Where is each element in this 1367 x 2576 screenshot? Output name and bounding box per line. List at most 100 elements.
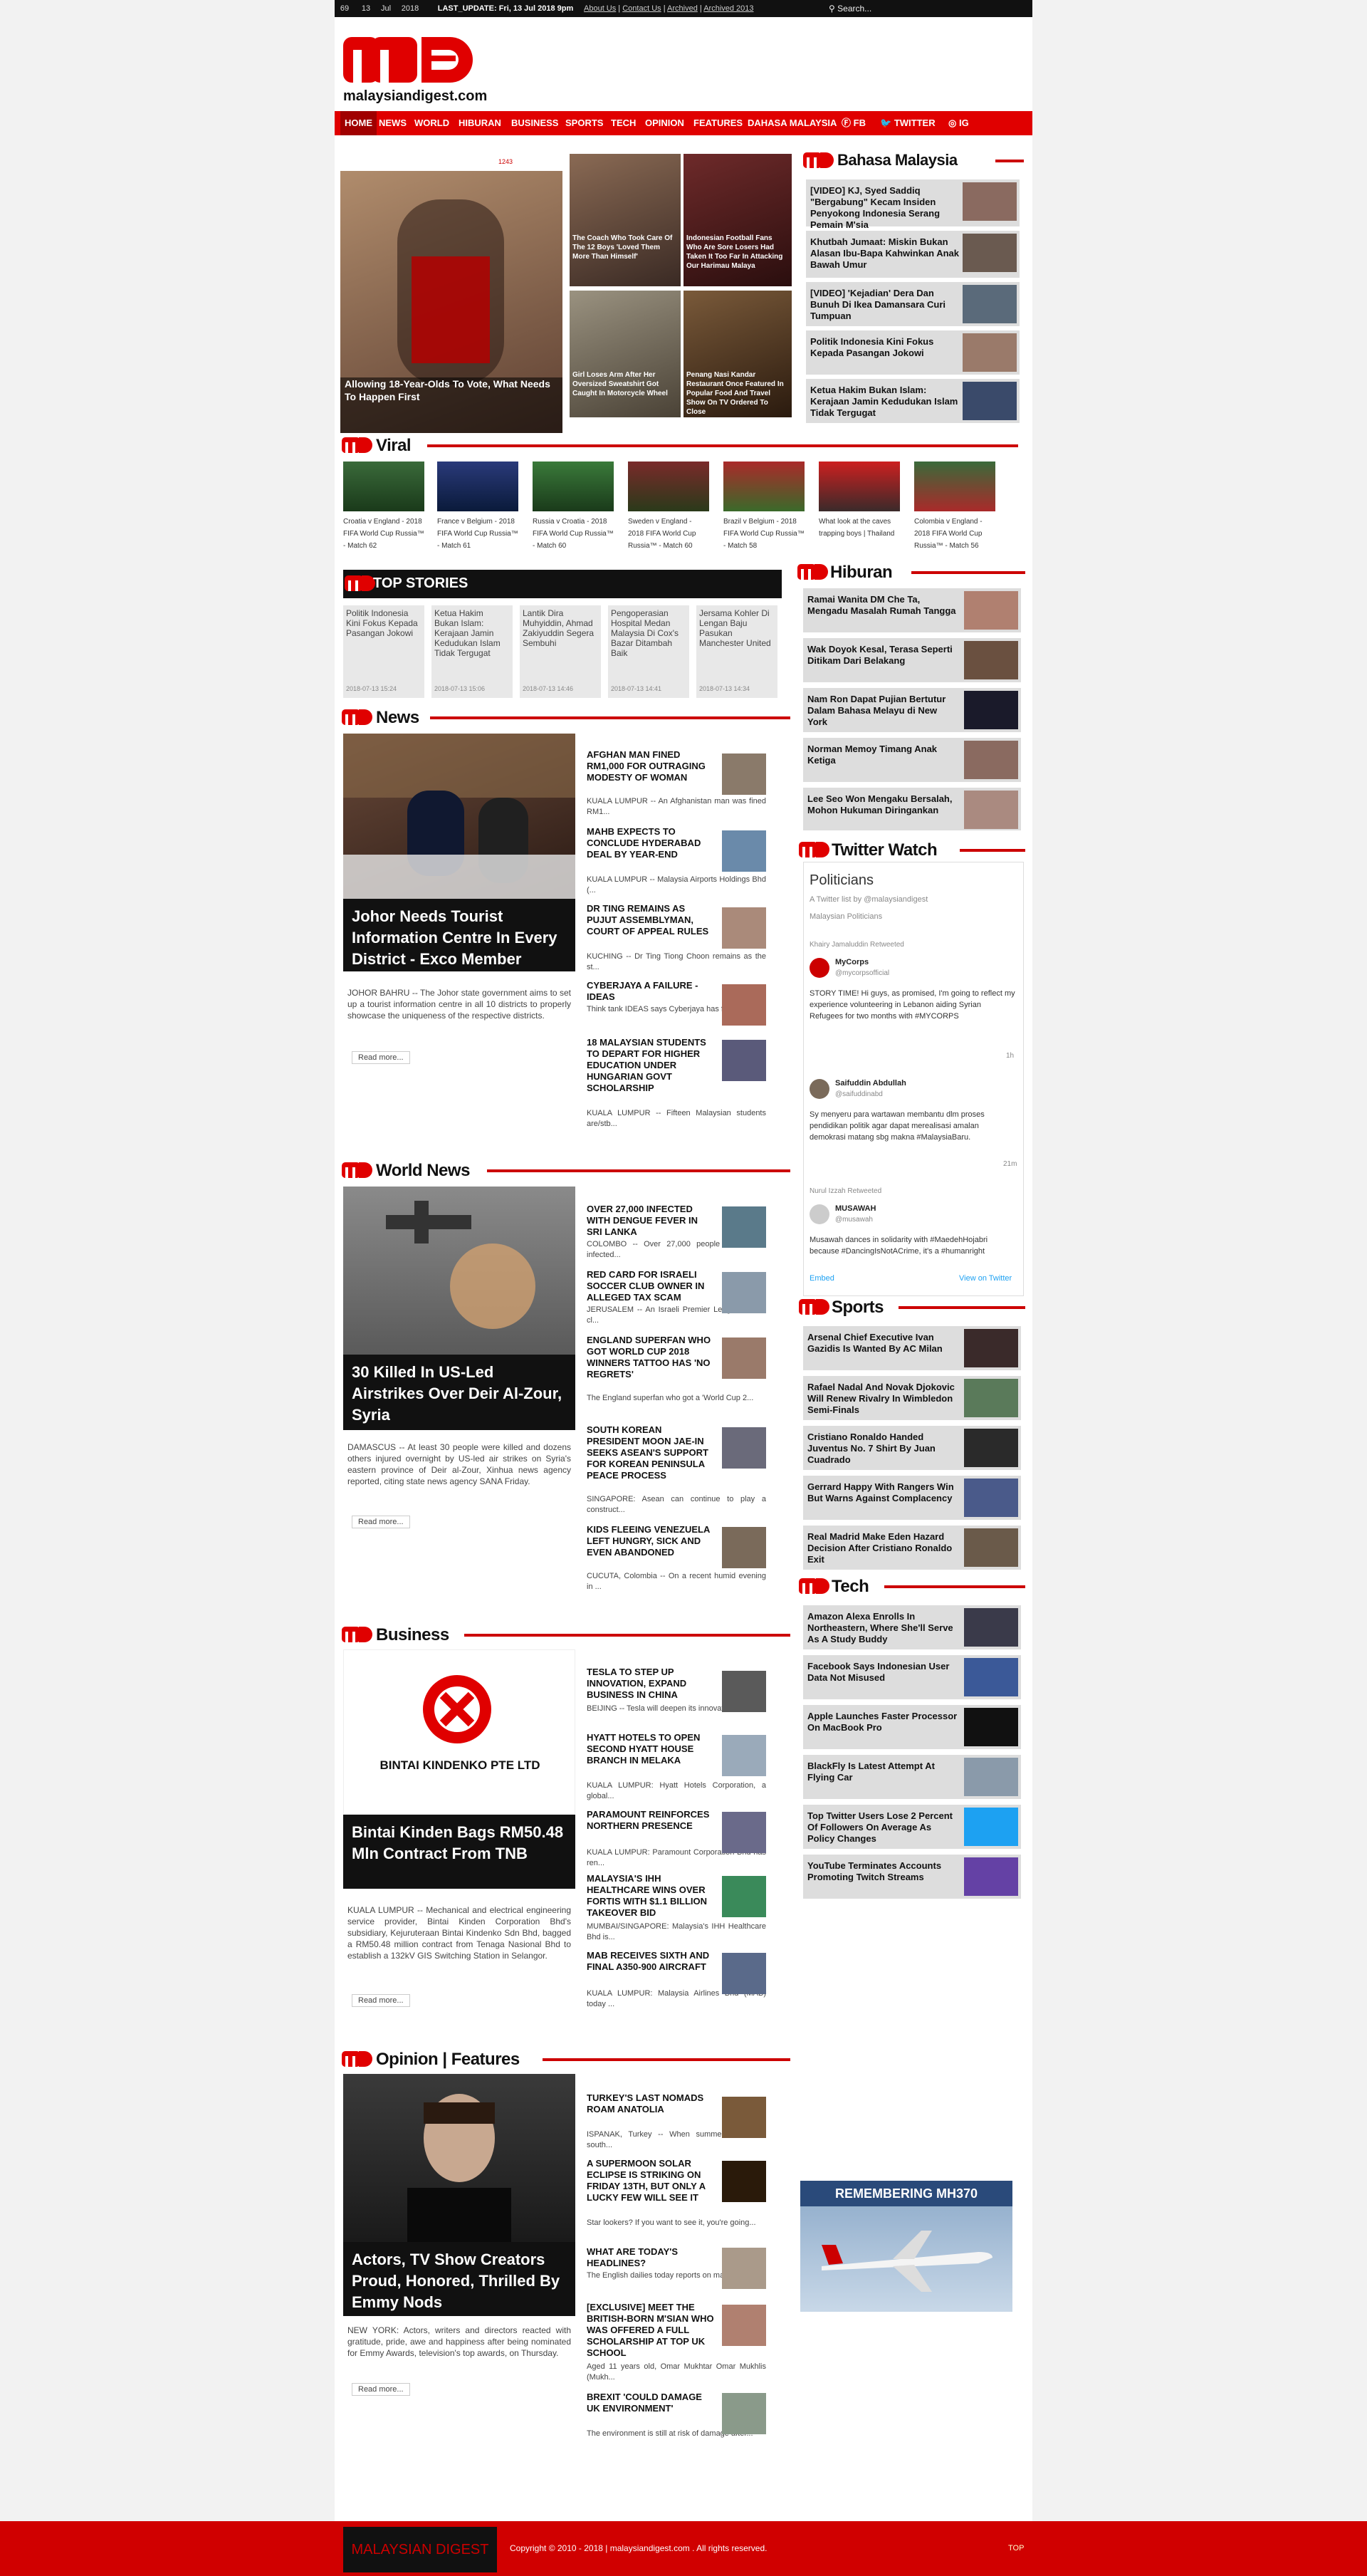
thumbnail[interactable] bbox=[722, 1812, 766, 1853]
thumbnail[interactable] bbox=[722, 1671, 766, 1712]
view-on-twitter-link[interactable]: View on Twitter bbox=[959, 1274, 1012, 1283]
bahasa-item[interactable]: [VIDEO] KJ, Syed Saddiq "Bergabung" Keca… bbox=[806, 179, 1020, 230]
archived-2013-link[interactable]: Archived 2013 bbox=[703, 4, 753, 13]
tech-item[interactable]: BlackFly Is Latest Attempt At Flying Car bbox=[803, 1755, 1021, 1799]
hero-grid-1[interactable]: The Coach Who Took Care Of The 12 Boys '… bbox=[570, 154, 681, 286]
thumbnail[interactable] bbox=[722, 830, 766, 872]
business-list-title[interactable]: PARAMOUNT REINFORCES NORTHERN PRESENCE bbox=[587, 1809, 715, 1832]
footer-brand[interactable]: MALAYSIAN DIGEST bbox=[343, 2527, 497, 2572]
site-logo[interactable]: malaysiandigest.com bbox=[343, 31, 507, 110]
business-list-title[interactable]: HYATT HOTELS TO OPEN SECOND HYATT HOUSE … bbox=[587, 1732, 715, 1766]
hiburan-item[interactable]: Norman Memoy Timang Anak Ketiga bbox=[803, 738, 1021, 782]
tech-item[interactable]: Amazon Alexa Enrolls In Northeastern, Wh… bbox=[803, 1605, 1021, 1649]
nav-sports[interactable]: SPORTS bbox=[565, 111, 603, 135]
viral-caption[interactable]: Croatia v England - 2018 FIFA World Cup … bbox=[343, 516, 424, 552]
nav-opinion[interactable]: OPINION bbox=[645, 111, 684, 135]
avatar[interactable] bbox=[810, 1204, 829, 1224]
news-feature-image[interactable] bbox=[343, 734, 575, 899]
search-input[interactable]: ⚲ Search... bbox=[823, 0, 1030, 17]
opinion-list-title[interactable]: TURKEY'S LAST NOMADS ROAM ANATOLIA bbox=[587, 2092, 715, 2115]
read-more-button[interactable]: Read more... bbox=[352, 1994, 410, 2007]
business-feature-image[interactable]: BINTAI KINDENKO PTE LTD bbox=[343, 1649, 575, 1815]
viral-thumb[interactable] bbox=[723, 462, 805, 511]
back-to-top-button[interactable]: TOP bbox=[1008, 2521, 1024, 2576]
nav-world[interactable]: WORLD bbox=[414, 111, 449, 135]
sports-item[interactable]: Real Madrid Make Eden Hazard Decision Af… bbox=[803, 1526, 1021, 1570]
world-list-title[interactable]: SOUTH KOREAN PRESIDENT MOON JAE-IN SEEKS… bbox=[587, 1424, 715, 1481]
read-more-button[interactable]: Read more... bbox=[352, 2383, 410, 2396]
contact-link[interactable]: Contact Us bbox=[622, 4, 661, 13]
world-list-title[interactable]: RED CARD FOR ISRAELI SOCCER CLUB OWNER I… bbox=[587, 1269, 715, 1303]
bahasa-item[interactable]: Khutbah Jumaat: Miskin Bukan Alasan Ibu-… bbox=[806, 231, 1020, 278]
hero-main-title[interactable]: Allowing 18-Year-Olds To Vote, What Need… bbox=[345, 377, 558, 403]
opinion-list-title[interactable]: WHAT ARE TODAY'S HEADLINES? bbox=[587, 2246, 715, 2269]
nav-features[interactable]: FEATURES bbox=[693, 111, 743, 135]
thumbnail[interactable] bbox=[722, 753, 766, 795]
hero-grid-1-title[interactable]: The Coach Who Took Care Of The 12 Boys '… bbox=[572, 234, 678, 261]
news-list-title[interactable]: DR TING REMAINS AS PUJUT ASSEMBLYMAN, CO… bbox=[587, 903, 715, 937]
viral-thumb[interactable] bbox=[914, 462, 995, 511]
viral-thumb[interactable] bbox=[819, 462, 900, 511]
tech-item[interactable]: YouTube Terminates Accounts Promoting Tw… bbox=[803, 1855, 1021, 1899]
hero-main[interactable]: Allowing 18-Year-Olds To Vote, What Need… bbox=[340, 171, 562, 433]
bahasa-item[interactable]: [VIDEO] 'Kejadian' Dera Dan Bunuh Di Ike… bbox=[806, 282, 1020, 326]
nav-bahasa[interactable]: DAHASA MALAYSIA bbox=[748, 111, 837, 135]
thumbnail[interactable] bbox=[722, 1337, 766, 1379]
thumbnail[interactable] bbox=[722, 1876, 766, 1917]
thumbnail[interactable] bbox=[722, 1953, 766, 1994]
top-story[interactable]: Lantik Dira Muhyiddin, Ahmad Zakiyuddin … bbox=[520, 605, 601, 698]
business-list-title[interactable]: MALAYSIA'S IHH HEALTHCARE WINS OVER FORT… bbox=[587, 1873, 715, 1919]
sports-item[interactable]: Arsenal Chief Executive Ivan Gazidis Is … bbox=[803, 1326, 1021, 1370]
world-feature-image[interactable] bbox=[343, 1187, 575, 1355]
nav-home[interactable]: HOME bbox=[340, 111, 377, 135]
top-story[interactable]: Pengoperasian Hospital Medan Malaysia Di… bbox=[608, 605, 689, 698]
thumbnail[interactable] bbox=[722, 1735, 766, 1776]
hiburan-item[interactable]: Ramai Wanita DM Che Ta, Mengadu Masalah … bbox=[803, 588, 1021, 632]
nav-business[interactable]: BUSINESS bbox=[511, 111, 558, 135]
viral-thumb[interactable] bbox=[343, 462, 424, 511]
viral-caption[interactable]: What look at the caves trapping boys | T… bbox=[819, 516, 900, 540]
nav-fb[interactable]: ⓕ FB bbox=[842, 111, 866, 135]
nav-hiburan[interactable]: HIBURAN bbox=[459, 111, 501, 135]
top-story[interactable]: Ketua Hakim Bukan Islam: Kerajaan Jamin … bbox=[431, 605, 513, 698]
tweet-author[interactable]: MUSAWAH bbox=[835, 1204, 876, 1213]
world-list-title[interactable]: OVER 27,000 INFECTED WITH DENGUE FEVER I… bbox=[587, 1204, 715, 1238]
avatar[interactable] bbox=[810, 1079, 829, 1099]
opinion-list-title[interactable]: A SUPERMOON SOLAR ECLIPSE IS STRIKING ON… bbox=[587, 2158, 715, 2204]
opinion-list-title[interactable]: [EXCLUSIVE] MEET THE BRITISH-BORN M'SIAN… bbox=[587, 2302, 715, 2359]
hiburan-item[interactable]: Nam Ron Dapat Pujian Bertutur Dalam Baha… bbox=[803, 688, 1021, 732]
thumbnail[interactable] bbox=[722, 1040, 766, 1081]
bahasa-item[interactable]: Politik Indonesia Kini Fokus Kepada Pasa… bbox=[806, 330, 1020, 375]
news-list-title[interactable]: MAHB EXPECTS TO CONCLUDE HYDERABAD DEAL … bbox=[587, 826, 715, 860]
read-more-button[interactable]: Read more... bbox=[352, 1051, 410, 1064]
viral-caption[interactable]: France v Belgium - 2018 FIFA World Cup R… bbox=[437, 516, 518, 552]
world-list-title[interactable]: KIDS FLEEING VENEZUELA LEFT HUNGRY, SICK… bbox=[587, 1524, 715, 1558]
hero-grid-3[interactable]: Girl Loses Arm After Her Oversized Sweat… bbox=[570, 291, 681, 417]
tech-item[interactable]: Facebook Says Indonesian User Data Not M… bbox=[803, 1655, 1021, 1699]
thumbnail[interactable] bbox=[722, 2305, 766, 2346]
bahasa-item[interactable]: Ketua Hakim Bukan Islam: Kerajaan Jamin … bbox=[806, 379, 1020, 423]
twitter-widget[interactable]: Politicians A Twitter list by @malaysian… bbox=[803, 862, 1024, 1296]
hero-grid-2-title[interactable]: Indonesian Football Fans Who Are Sore Lo… bbox=[686, 234, 789, 271]
viral-caption[interactable]: Brazil v Belgium - 2018 FIFA World Cup R… bbox=[723, 516, 805, 552]
thumbnail[interactable] bbox=[722, 2161, 766, 2202]
viral-caption[interactable]: Sweden v England - 2018 FIFA World Cup R… bbox=[628, 516, 709, 552]
business-list-title[interactable]: TESLA TO STEP UP INNOVATION, EXPAND BUSI… bbox=[587, 1667, 715, 1701]
top-story[interactable]: Jersama Kohler Di Lengan Baju Pasukan Ma… bbox=[696, 605, 777, 698]
viral-thumb[interactable] bbox=[533, 462, 614, 511]
read-more-button[interactable]: Read more... bbox=[352, 1516, 410, 1528]
hero-grid-4-title[interactable]: Penang Nasi Kandar Restaurant Once Featu… bbox=[686, 370, 789, 417]
thumbnail[interactable] bbox=[722, 2393, 766, 2434]
sports-item[interactable]: Cristiano Ronaldo Handed Juventus No. 7 … bbox=[803, 1426, 1021, 1470]
world-feature-title[interactable]: 30 Killed In US-Led Airstrikes Over Deir… bbox=[343, 1355, 575, 1430]
thumbnail[interactable] bbox=[722, 907, 766, 949]
thumbnail[interactable] bbox=[722, 1272, 766, 1313]
top-story[interactable]: Politik Indonesia Kini Fokus Kepada Pasa… bbox=[343, 605, 424, 698]
business-list-title[interactable]: MAB RECEIVES SIXTH AND FINAL A350-900 AI… bbox=[587, 1950, 715, 1973]
viral-caption[interactable]: Russia v Croatia - 2018 FIFA World Cup R… bbox=[533, 516, 614, 552]
sports-item[interactable]: Rafael Nadal And Novak Djokovic Will Ren… bbox=[803, 1376, 1021, 1420]
news-list-title[interactable]: 18 MALAYSIAN STUDENTS TO DEPART FOR HIGH… bbox=[587, 1037, 715, 1094]
news-list-title[interactable]: CYBERJAYA A FAILURE - IDEAS bbox=[587, 980, 715, 1003]
nav-twitter[interactable]: 🐦 TWITTER bbox=[880, 111, 936, 135]
thumbnail[interactable] bbox=[722, 1206, 766, 1248]
